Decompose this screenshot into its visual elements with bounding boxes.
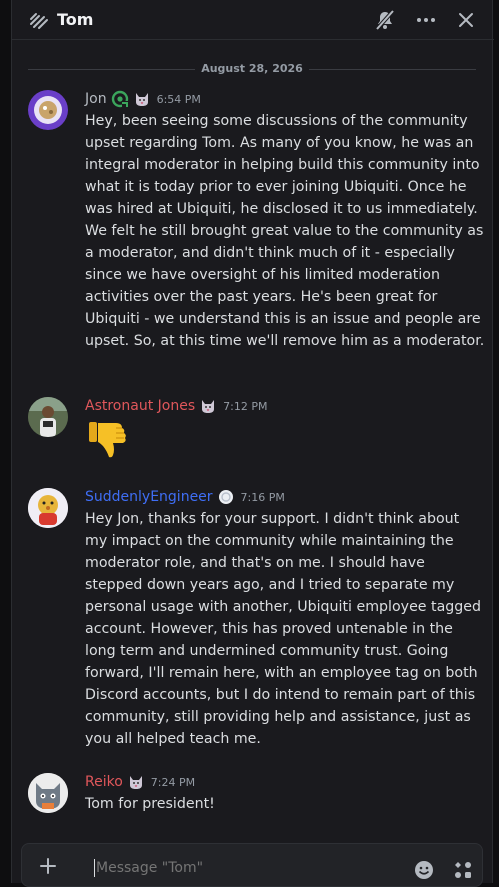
- date-label: August 28, 2026: [195, 62, 309, 75]
- avatar[interactable]: [28, 90, 68, 130]
- cat-badge-icon: [135, 93, 148, 106]
- avatar-image: [28, 488, 68, 528]
- notification-bell-muted-icon[interactable]: [374, 9, 396, 31]
- message-composer: [21, 843, 483, 887]
- thread-panel: Tom August 28, 2026 Jon 6:54 PM Hey, bee…: [11, 0, 494, 887]
- apps-icon[interactable]: [453, 860, 473, 880]
- message-header: SuddenlyEngineer 7:16 PM: [85, 487, 285, 507]
- thread-header: Tom: [12, 0, 494, 40]
- avatar-image: [28, 90, 68, 130]
- add-attachment-icon[interactable]: [38, 856, 58, 876]
- message-text: Hey Jon, thanks for your support. I didn…: [85, 511, 482, 747]
- thumbs-down-emoji[interactable]: [85, 416, 133, 464]
- message-header: Astronaut Jones 7:12 PM: [85, 396, 267, 416]
- close-icon[interactable]: [455, 9, 477, 31]
- avatar[interactable]: [28, 397, 68, 437]
- message-input[interactable]: [96, 856, 396, 880]
- message-header: Jon 6:54 PM: [85, 89, 201, 109]
- message-text: Hey, been seeing some discussions of the…: [85, 113, 485, 349]
- username[interactable]: Astronaut Jones: [85, 398, 195, 414]
- timestamp: 7:12 PM: [223, 399, 268, 413]
- thread-title: Tom: [57, 10, 94, 29]
- avatar-image: [28, 397, 68, 437]
- timestamp: 7:24 PM: [150, 775, 196, 789]
- message-header: Reiko 7:24 PM: [85, 772, 195, 792]
- timestamp: 7:16 PM: [240, 490, 285, 504]
- emoji-icon[interactable]: [414, 860, 434, 880]
- orb-badge-icon: [218, 490, 233, 504]
- more-options-icon[interactable]: [415, 9, 437, 31]
- date-divider: August 28, 2026: [28, 62, 476, 76]
- username[interactable]: Jon: [85, 91, 107, 107]
- avatar[interactable]: [28, 488, 68, 528]
- message-text: Tom for president!: [85, 796, 215, 812]
- timestamp: 6:54 PM: [156, 92, 201, 106]
- cat-badge-icon: [202, 400, 215, 413]
- username[interactable]: Reiko: [85, 774, 123, 790]
- text-cursor: [94, 859, 95, 877]
- thread-icon: [30, 13, 48, 29]
- app-logo-badge-icon: [111, 90, 128, 108]
- cat-badge-icon: [129, 776, 142, 789]
- avatar-image: [28, 773, 68, 813]
- avatar[interactable]: [28, 773, 68, 813]
- username[interactable]: SuddenlyEngineer: [85, 489, 213, 505]
